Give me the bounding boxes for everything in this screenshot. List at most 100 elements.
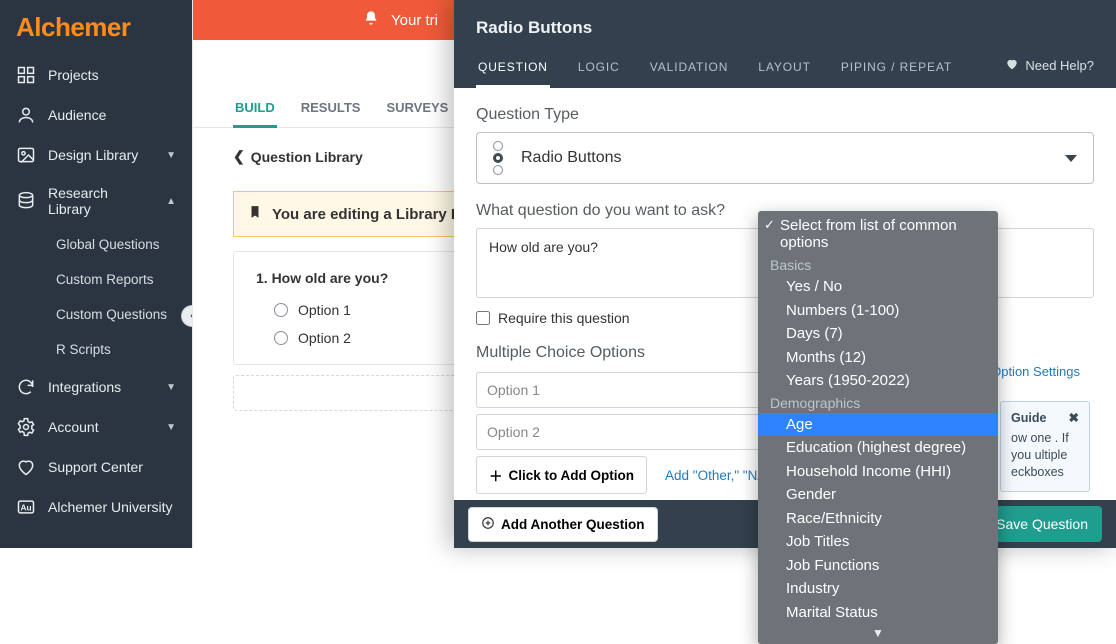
- image-icon: [16, 145, 36, 165]
- gear-icon: [16, 417, 36, 437]
- modal-tab-question[interactable]: QUESTION: [476, 52, 550, 88]
- plus-icon: ＋: [489, 465, 503, 485]
- dropdown-more-indicator[interactable]: ▼: [758, 624, 998, 644]
- add-another-question-button[interactable]: Add Another Question: [468, 507, 658, 542]
- au-icon: Au: [16, 497, 36, 517]
- radio-empty-icon: [274, 303, 288, 317]
- dropdown-item-yes-no[interactable]: Yes / No: [758, 275, 998, 299]
- sidebar-item-label: Audience: [48, 107, 106, 123]
- option-input-2[interactable]: Option 2: [476, 414, 764, 450]
- bell-icon: [363, 10, 379, 30]
- guide-card: Guide ✖ ow one . If you ultiple eckboxes: [1000, 401, 1090, 493]
- dropdown-group-label: Demographics: [758, 393, 998, 413]
- common-options-dropdown[interactable]: Select from list of common options Basic…: [758, 211, 998, 644]
- guide-title: Guide: [1011, 410, 1046, 427]
- sidebar-item-label: Research Library: [48, 185, 154, 217]
- sidebar-subitem-r-scripts[interactable]: R Scripts: [46, 332, 192, 367]
- page-tab-results[interactable]: RESULTS: [299, 90, 363, 127]
- option-input-1[interactable]: Option 1: [476, 372, 764, 408]
- plus-circle-icon: [481, 516, 495, 533]
- modal-tab-piping-repeat[interactable]: PIPING / REPEAT: [839, 52, 954, 88]
- sidebar-subitem-custom-questions[interactable]: Custom Questions: [46, 297, 192, 332]
- database-icon: [16, 191, 36, 211]
- sidebar-item-support-center[interactable]: Support Center: [0, 447, 192, 487]
- heart-icon: [1005, 57, 1019, 74]
- close-icon[interactable]: ✖: [1069, 410, 1079, 427]
- dropdown-item-household-income-hhi-[interactable]: Household Income (HHI): [758, 460, 998, 484]
- dropdown-item-age[interactable]: Age: [758, 413, 998, 437]
- question-option-label: Option 1: [298, 302, 351, 318]
- sidebar-nav: Projects Audience Design Library ▼ Research …: [0, 55, 192, 527]
- add-option-button[interactable]: ＋ Click to Add Option: [476, 456, 647, 494]
- question-option-label: Option 2: [298, 330, 351, 346]
- sidebar-item-audience[interactable]: Audience: [0, 95, 192, 135]
- add-another-question-label: Add Another Question: [501, 517, 645, 532]
- sidebar-item-alchemer-university[interactable]: Au Alchemer University: [0, 487, 192, 527]
- dropdown-item-days-7-[interactable]: Days (7): [758, 322, 998, 346]
- heart-icon: [16, 457, 36, 477]
- dropdown-item-years-1950-2022-[interactable]: Years (1950-2022): [758, 369, 998, 393]
- dropdown-item-race-ethnicity[interactable]: Race/Ethnicity: [758, 507, 998, 531]
- page-tab-surveys[interactable]: SURVEYS: [384, 90, 450, 127]
- require-question-label: Require this question: [498, 310, 630, 326]
- sidebar-item-label: Integrations: [48, 379, 121, 395]
- dropdown-item-months-12-[interactable]: Months (12): [758, 346, 998, 370]
- chevron-left-icon: ❮: [233, 148, 245, 165]
- add-option-label: Click to Add Option: [509, 468, 635, 483]
- sidebar-item-research-library[interactable]: Research Library ▲: [0, 175, 192, 227]
- user-circle-icon: [16, 105, 36, 125]
- sidebar-item-label: Projects: [48, 67, 99, 83]
- modal-tab-validation[interactable]: VALIDATION: [648, 52, 731, 88]
- sidebar-item-label: Support Center: [48, 459, 143, 475]
- question-type-label: Question Type: [476, 106, 1094, 124]
- chevron-down-icon: ▼: [166, 422, 176, 433]
- chevron-down-icon: ▼: [166, 150, 176, 161]
- sidebar: Alchemer Projects Audience Design Library ▼…: [0, 0, 192, 548]
- bookmark-icon: [248, 204, 262, 224]
- modal-title: Radio Buttons: [476, 18, 1094, 38]
- sidebar-item-design-library[interactable]: Design Library ▼: [0, 135, 192, 175]
- dropdown-item-marital-status[interactable]: Marital Status: [758, 601, 998, 625]
- dropdown-item-gender[interactable]: Gender: [758, 483, 998, 507]
- sidebar-item-label: Design Library: [48, 147, 138, 163]
- dropdown-item-education-highest-degree-[interactable]: Education (highest degree): [758, 436, 998, 460]
- need-help-link[interactable]: Need Help?: [1005, 57, 1094, 88]
- dropdown-item-job-functions[interactable]: Job Functions: [758, 554, 998, 578]
- dropdown-item-numbers-1-100-[interactable]: Numbers (1-100): [758, 299, 998, 323]
- svg-text:Au: Au: [20, 502, 31, 512]
- guide-body: ow one . If you ultiple eckboxes: [1011, 430, 1079, 481]
- sidebar-item-account[interactable]: Account ▼: [0, 407, 192, 447]
- sidebar-item-integrations[interactable]: Integrations ▼: [0, 367, 192, 407]
- page-tab-build[interactable]: BUILD: [233, 90, 277, 127]
- require-question-checkbox[interactable]: [476, 311, 490, 325]
- sync-icon: [16, 377, 36, 397]
- modal-tab-layout[interactable]: LAYOUT: [756, 52, 813, 88]
- modal-header: Radio Buttons QUESTION LOGIC VALIDATION LAY…: [454, 0, 1116, 88]
- radio-stack-icon: [493, 141, 503, 175]
- breadcrumb-label: Question Library: [251, 149, 363, 165]
- modal-tabs: QUESTION LOGIC VALIDATION LAYOUT PIPING / RE…: [476, 52, 1094, 88]
- dropdown-group-label: Basics: [758, 255, 998, 275]
- question-type-value: Radio Buttons: [521, 149, 622, 167]
- radio-empty-icon: [274, 331, 288, 345]
- sidebar-item-label: Account: [48, 419, 99, 435]
- grid-icon: [16, 65, 36, 85]
- modal-tab-logic[interactable]: LOGIC: [576, 52, 622, 88]
- question-type-select[interactable]: Radio Buttons: [476, 132, 1094, 184]
- sidebar-subitem-custom-reports[interactable]: Custom Reports: [46, 262, 192, 297]
- question-text-value: How old are you?: [489, 239, 598, 255]
- dropdown-item-industry[interactable]: Industry: [758, 577, 998, 601]
- sidebar-item-projects[interactable]: Projects: [0, 55, 192, 95]
- dropdown-header: Select from list of common options: [758, 211, 998, 255]
- brand-logo: Alchemer: [0, 0, 192, 55]
- library-banner-text: You are editing a Library E: [272, 206, 461, 223]
- need-help-label: Need Help?: [1025, 58, 1094, 73]
- chevron-down-icon: [1065, 155, 1077, 162]
- chevron-down-icon: ▼: [166, 382, 176, 393]
- sidebar-submenu: Global QuestionsCustom ReportsCustom Que…: [0, 227, 192, 367]
- save-question-button[interactable]: Save Question: [982, 506, 1102, 542]
- sidebar-subitem-global-questions[interactable]: Global Questions: [46, 227, 192, 262]
- chevron-up-icon: ▲: [166, 196, 176, 207]
- sidebar-item-label: Alchemer University: [48, 499, 172, 515]
- dropdown-item-job-titles[interactable]: Job Titles: [758, 530, 998, 554]
